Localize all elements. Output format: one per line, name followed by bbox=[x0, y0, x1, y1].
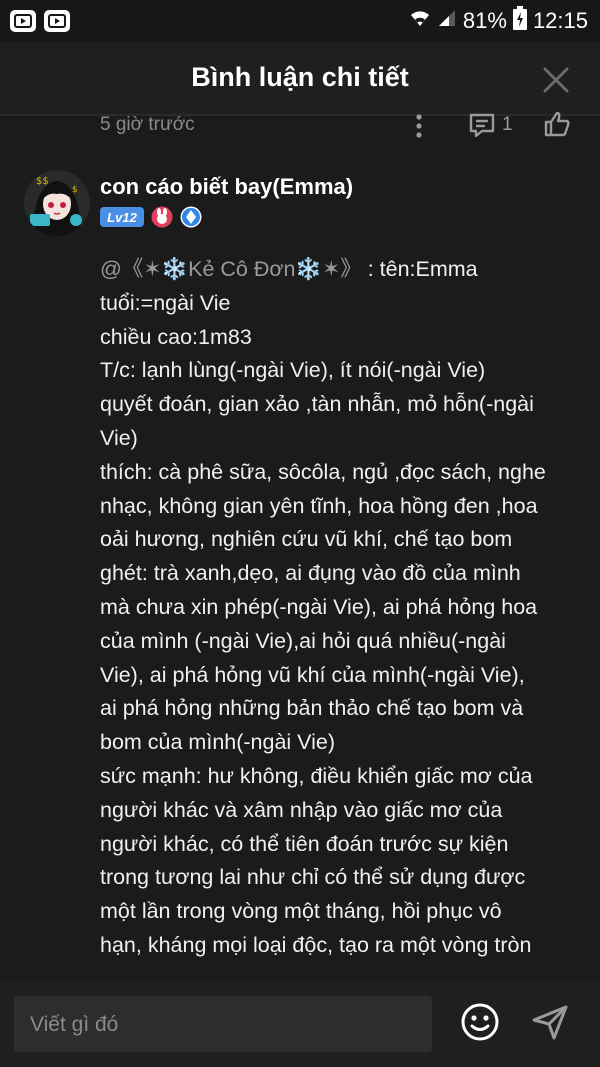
comment-line-text: : tên:Emma bbox=[361, 257, 478, 281]
avatar[interactable]: $$ $ bbox=[24, 170, 90, 236]
svg-text:$: $ bbox=[72, 185, 78, 195]
signal-icon bbox=[437, 8, 457, 34]
comment-username[interactable]: con cáo biết bay(Emma) bbox=[100, 174, 353, 200]
send-icon bbox=[532, 1005, 568, 1040]
header: Bình luận chi tiết bbox=[0, 42, 600, 114]
comment-line: Vie), ai phá hỏng vũ khí của mình(-ngài … bbox=[100, 662, 525, 687]
comment-input-bar bbox=[0, 980, 600, 1067]
more-icon[interactable] bbox=[414, 113, 424, 144]
comment-input[interactable] bbox=[28, 996, 412, 1054]
comment-line: bom của mình(-ngài Vie) bbox=[100, 730, 336, 755]
svg-text:$$: $$ bbox=[36, 176, 49, 187]
reply-icon[interactable] bbox=[468, 112, 496, 143]
comment-line: trong tương lai như chỉ có thể sử dụng đ… bbox=[100, 865, 526, 890]
diamond-badge-icon bbox=[180, 206, 202, 228]
reply-count: 1 bbox=[502, 114, 513, 135]
emoji-button[interactable] bbox=[460, 1002, 500, 1042]
close-button[interactable] bbox=[542, 66, 570, 94]
emoji-icon bbox=[461, 1003, 499, 1041]
comment-line: ghét: trà xanh,dẹo, ai đụng vào đồ của m… bbox=[100, 561, 521, 586]
close-icon bbox=[543, 67, 569, 93]
battery-icon bbox=[512, 6, 527, 36]
user-badges: Lv12 bbox=[100, 206, 202, 228]
comment-line: Vie) bbox=[100, 425, 138, 450]
like-icon[interactable] bbox=[542, 110, 572, 143]
mention-link[interactable]: @《✶❄️Kẻ Cô Đơn❄️✶》 bbox=[100, 257, 362, 281]
comment-line: của mình (-ngài Vie),ai hỏi quá nhiều(-n… bbox=[100, 628, 506, 653]
comment-body: @《✶❄️Kẻ Cô Đơn❄️✶》 : tên:Emma tuổi:=ngài… bbox=[100, 253, 580, 980]
comment-line: hạn, kháng mọi loại độc, tạo ra một vòng… bbox=[100, 932, 532, 957]
comment-line: sức mạnh: hư không, điều khiển giấc mơ c… bbox=[100, 763, 533, 788]
comment-line: nhạc, không gian yên tĩnh, hoa hồng đen … bbox=[100, 493, 538, 518]
comment-line: @《✶❄️Kẻ Cô Đơn❄️✶》 : tên:Emma bbox=[100, 253, 580, 287]
clock: 12:15 bbox=[532, 8, 588, 33]
app-icon bbox=[10, 10, 36, 32]
comment-input-box bbox=[14, 996, 432, 1054]
comment-line: người khác, có thể tiên đoán trước sự ki… bbox=[100, 831, 509, 856]
app-icon bbox=[44, 10, 70, 32]
comment-line: thích: cà phê sữa, sôcôla, ngủ ,đọc sách… bbox=[100, 459, 546, 484]
send-button[interactable] bbox=[530, 1002, 570, 1042]
previous-comment-actions: 5 giờ trước 1 bbox=[100, 110, 580, 140]
comment-time: 5 giờ trước bbox=[100, 114, 195, 135]
wifi-icon bbox=[409, 8, 431, 34]
comment-line: ai phá hỏng những bản thảo chế tạo bom v… bbox=[100, 696, 524, 721]
comment-line: mà chưa xin phép(-ngài Vie), ai phá hỏng… bbox=[100, 594, 538, 619]
comment-line: người khác và xâm nhập vào giấc mơ của bbox=[100, 797, 503, 822]
battery-percent: 81% bbox=[462, 8, 507, 33]
level-badge: Lv12 bbox=[100, 207, 144, 227]
page-title: Bình luận chi tiết bbox=[191, 62, 409, 92]
status-bar: 81% 12:15 bbox=[0, 0, 600, 42]
comment-line: quyết đoán, gian xảo ,tàn nhẫn, mỏ hỗn(-… bbox=[100, 392, 534, 417]
comment-line: một lần trong vòng một tháng, hồi phục v… bbox=[100, 899, 502, 924]
comment-line: T/c: lạnh lùng(-ngài Vie), ít nói(-ngài … bbox=[100, 358, 486, 383]
comment-line: tuổi:=ngài Vie bbox=[100, 290, 231, 315]
comment-line: oải hương, nghiên cứu vũ khí, chế tạo bo… bbox=[100, 527, 513, 552]
comment-line: chiều cao:1m83 bbox=[100, 324, 252, 349]
rabbit-badge-icon bbox=[151, 206, 173, 228]
